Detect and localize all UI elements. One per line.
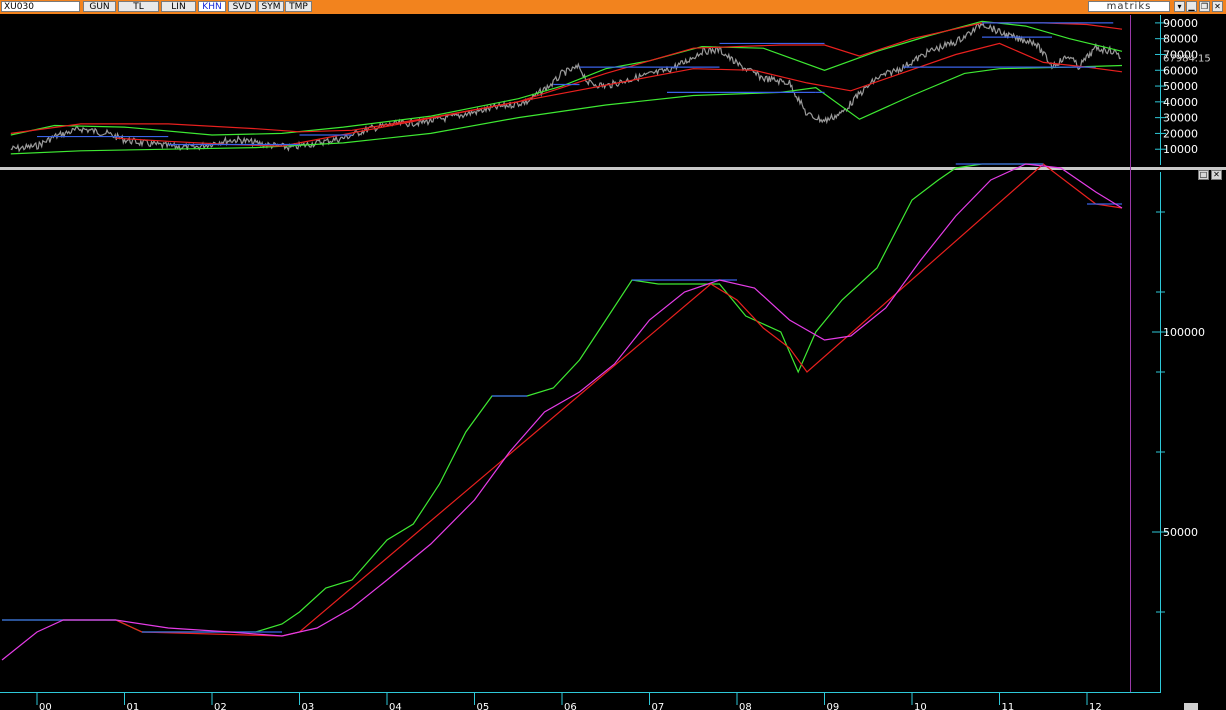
series-green-lower xyxy=(10,64,1123,155)
x-tick-label: 07 xyxy=(652,702,665,710)
x-tick-label: 00 xyxy=(39,702,52,710)
x-tick-label: 04 xyxy=(389,702,402,710)
last-value-label: 67984.15 xyxy=(1163,54,1211,65)
y-tick-label: 10000 xyxy=(1163,143,1198,156)
x-tick-label: 01 xyxy=(127,702,140,710)
y-tick-label: 50000 xyxy=(1163,526,1198,539)
y-tick-label: 100000 xyxy=(1163,326,1205,339)
x-tick-label: 06 xyxy=(564,702,577,710)
series-red-lower xyxy=(115,42,1123,147)
x-tick-label: 09 xyxy=(827,702,840,710)
series-green xyxy=(2,163,1044,633)
y-tick-label: 90000 xyxy=(1163,17,1198,30)
scroll-thumb[interactable] xyxy=(1184,703,1198,710)
series-magenta xyxy=(1,163,1123,661)
y-tick-label: 40000 xyxy=(1163,96,1198,109)
y-tick-label: 50000 xyxy=(1163,80,1198,93)
series-green-upper xyxy=(10,20,1123,136)
series-red xyxy=(115,163,1123,637)
x-tick-label: 12 xyxy=(1089,702,1102,710)
y-tick-label: 20000 xyxy=(1163,127,1198,140)
y-tick-label: 30000 xyxy=(1163,112,1198,125)
series-red-upper xyxy=(10,22,1123,134)
x-tick-label: 10 xyxy=(914,702,927,710)
x-tick-label: 02 xyxy=(214,702,227,710)
x-tick-label: 05 xyxy=(477,702,490,710)
x-tick-label: 03 xyxy=(302,702,315,710)
x-tick-label: 11 xyxy=(1002,702,1015,710)
y-tick-label: 80000 xyxy=(1163,33,1198,46)
price-chart: 1000020000300004000050000600007000080000… xyxy=(0,15,1211,710)
y-tick-label: 60000 xyxy=(1163,64,1198,77)
x-tick-label: 08 xyxy=(739,702,752,710)
